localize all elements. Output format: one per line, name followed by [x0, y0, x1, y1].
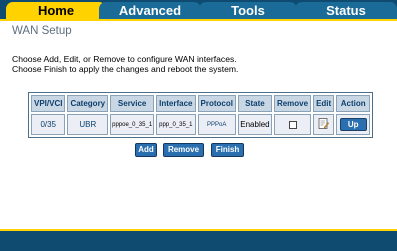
page-title: WAN Setup	[12, 25, 72, 37]
add-button[interactable]: Add	[135, 143, 157, 157]
footer-bar	[0, 231, 397, 251]
table-header-row: VPI/VCI Category Service Interface Proto…	[31, 95, 371, 112]
cell-state: Enabled	[237, 114, 272, 135]
wan-interfaces-table: VPI/VCI Category Service Interface Proto…	[28, 92, 374, 138]
tab-advanced[interactable]: Advanced	[99, 2, 201, 19]
header-vpi-vci: VPI/VCI	[31, 95, 66, 112]
header-action: Action	[336, 95, 371, 112]
cell-protocol: PPPoA	[197, 114, 236, 135]
header-category: Category	[67, 95, 109, 112]
up-button[interactable]: Up	[339, 118, 367, 131]
tab-tools[interactable]: Tools	[199, 2, 297, 19]
cell-edit	[313, 114, 335, 135]
page-description: Choose Add, Edit, or Remove to configure…	[12, 54, 238, 74]
cell-category: UBR	[67, 114, 109, 135]
header-service: Service	[110, 95, 155, 112]
tab-status[interactable]: Status	[295, 2, 397, 19]
finish-button[interactable]: Finish	[211, 143, 244, 157]
tab-home[interactable]: Home	[6, 2, 106, 19]
cell-vpi-vci: 0/35	[31, 114, 66, 135]
header-remove: Remove	[273, 95, 312, 112]
table-row: 0/35 UBR pppoe_0_35_1 ppp_0_35_1 PPPoA E…	[31, 114, 371, 135]
description-line-2: Choose Finish to apply the changes and r…	[12, 64, 239, 74]
remove-checkbox[interactable]	[288, 120, 297, 129]
cell-remove	[273, 114, 312, 135]
edit-icon[interactable]	[318, 118, 330, 131]
top-nav: Home Advanced Tools Status	[0, 0, 397, 19]
cell-action: Up	[336, 114, 371, 135]
header-protocol: Protocol	[197, 95, 236, 112]
remove-button[interactable]: Remove	[163, 143, 204, 157]
header-edit: Edit	[313, 95, 335, 112]
header-state: State	[237, 95, 272, 112]
cell-service: pppoe_0_35_1	[110, 114, 155, 135]
header-interface: Interface	[156, 95, 196, 112]
cell-interface: ppp_0_35_1	[156, 114, 196, 135]
description-line-1: Choose Add, Edit, or Remove to configure…	[12, 54, 237, 64]
nav-divider	[0, 19, 397, 21]
